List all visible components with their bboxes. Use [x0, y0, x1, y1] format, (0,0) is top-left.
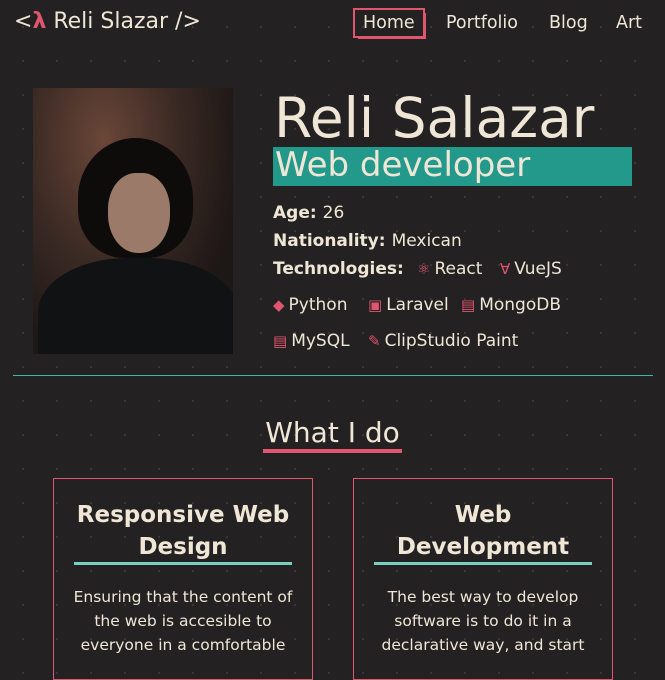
- tech-vue: ∀ VueJS: [500, 258, 562, 280]
- card-title: Responsive Web Design: [76, 502, 290, 560]
- main-nav: Home Portfolio Blog Art: [353, 8, 665, 42]
- what-i-do-title: What I do: [263, 416, 402, 453]
- database-icon: ▤: [273, 332, 288, 350]
- tech-label: MongoDB: [479, 295, 561, 315]
- tech-label: VueJS: [514, 259, 562, 279]
- logo-text: Reli Slazar />: [46, 9, 201, 34]
- what-i-do-heading: What I do: [0, 415, 665, 453]
- card-title: Web Development: [396, 502, 570, 560]
- database-icon: ▤: [461, 296, 476, 314]
- tech-mongodb: ▤ MongoDB: [461, 294, 561, 316]
- age-value: 26: [322, 203, 345, 223]
- profile-role-banner: Web developer: [273, 145, 632, 186]
- nationality-row: Nationality: Mexican: [273, 230, 462, 252]
- tech-label: React: [434, 259, 483, 279]
- tech-mysql: ▤ MySQL: [273, 330, 350, 352]
- tech-label: MySQL: [291, 331, 350, 351]
- tech-label: ClipStudio Paint: [384, 331, 519, 351]
- profile-role: Web developer: [275, 145, 531, 185]
- python-icon: ◆: [273, 296, 285, 314]
- nationality-label: Nationality:: [273, 231, 386, 251]
- age-label: Age:: [273, 203, 317, 223]
- tech-label: Laravel: [386, 295, 449, 315]
- laravel-icon: ▣: [368, 296, 383, 314]
- tech-react: ⚛ React: [417, 258, 482, 280]
- site-logo[interactable]: <λ Reli Slazar />: [14, 9, 201, 34]
- vue-icon: ∀: [500, 260, 511, 278]
- logo-open-bracket: <: [14, 9, 33, 34]
- card-underline: [74, 562, 292, 565]
- nav-art[interactable]: Art: [608, 10, 650, 36]
- card-underline: [374, 562, 592, 565]
- lambda-icon: λ: [32, 9, 47, 34]
- tech-clipstudio: ✎ ClipStudio Paint: [368, 330, 518, 352]
- tech-label: Python: [288, 295, 348, 315]
- card-text: The best way to develop software is to d…: [381, 588, 585, 654]
- profile-photo: [33, 88, 233, 354]
- profile-name: Reli Salazar: [274, 86, 595, 150]
- service-card-responsive: Responsive Web Design Ensuring that the …: [53, 478, 313, 680]
- section-divider: [13, 375, 653, 376]
- nationality-value: Mexican: [391, 231, 462, 251]
- nav-portfolio[interactable]: Portfolio: [438, 10, 526, 36]
- technologies-label: Technologies:: [273, 259, 404, 279]
- nav-home[interactable]: Home: [353, 8, 425, 38]
- tech-laravel: ▣ Laravel: [368, 294, 449, 316]
- photo-face: [108, 173, 170, 253]
- react-icon: ⚛: [417, 260, 431, 278]
- nav-blog[interactable]: Blog: [541, 10, 596, 36]
- age-row: Age: 26: [273, 202, 344, 224]
- tech-python: ◆ Python: [273, 294, 347, 316]
- photo-body: [38, 258, 233, 354]
- service-card-webdev: Web Development The best way to develop …: [353, 478, 613, 680]
- brush-icon: ✎: [368, 332, 381, 350]
- technologies-label-row: Technologies:: [273, 258, 404, 280]
- card-text: Ensuring that the content of the web is …: [73, 588, 293, 654]
